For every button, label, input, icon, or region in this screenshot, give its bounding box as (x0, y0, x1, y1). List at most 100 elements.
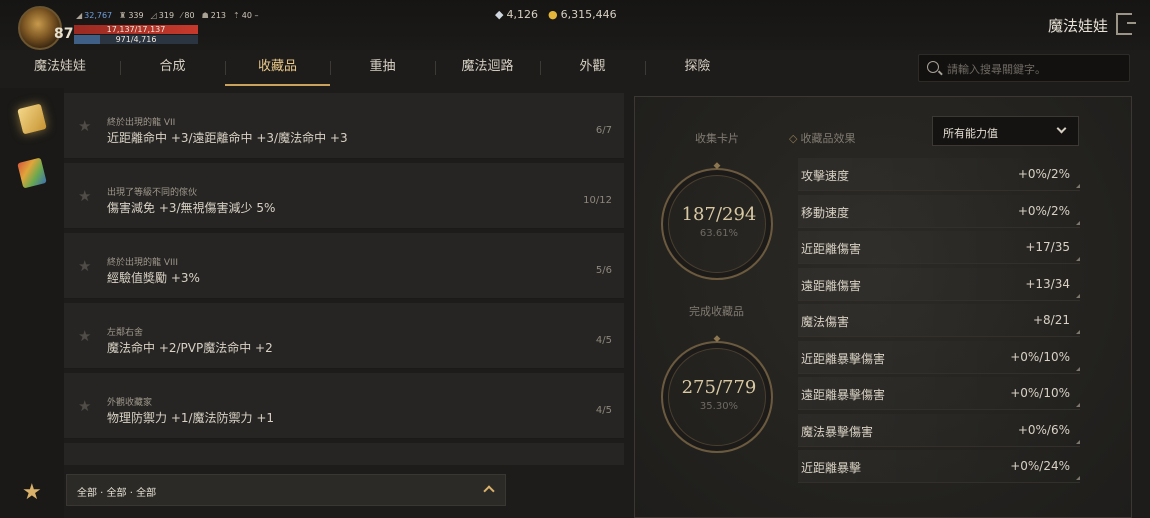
collection-progress: 5/6 (595, 265, 612, 276)
effect-row: 近距離傷害 +17/35 (798, 231, 1080, 264)
filter-text: 全部 · 全部 · 全部 (77, 488, 157, 499)
collection-effect: 經驗值獎勵 +3% (107, 271, 200, 285)
list-item[interactable]: ★ 外觀收藏家 物理防禦力 +1/魔法防禦力 +1 4/5 (64, 373, 624, 439)
stat-power: ◢ 32,767 (76, 11, 113, 20)
search-box[interactable] (918, 54, 1130, 82)
effect-row: 移動速度 +0%/2% (798, 195, 1080, 228)
category-rail: ★ (0, 88, 64, 518)
search-input[interactable] (947, 59, 1123, 79)
stat-filter-value: 所有能力值 (943, 127, 998, 140)
effect-value: +0%/10% (1010, 350, 1070, 364)
effect-value: +8/21 (1032, 313, 1070, 327)
stat-filter-dropdown[interactable]: 所有能力值 (932, 116, 1079, 146)
hp-text: 17,137/17,137 (106, 25, 166, 34)
stat-crew: ☗ 213 (201, 11, 227, 20)
cards-value: 187/294 (681, 204, 757, 225)
collection-progress: 4/5 (595, 335, 612, 346)
effect-value: +0%/24% (1010, 459, 1070, 473)
tab-magic-doll[interactable]: 魔法娃娃 (0, 52, 120, 84)
gold-count: ● 6,315,446 (547, 8, 617, 21)
effect-value: +17/35 (1025, 240, 1070, 254)
cards-percent: 63.61% (699, 228, 739, 239)
stat-defense: ◿ 319 (150, 11, 175, 20)
stat-magic: ⁄ 80 (181, 11, 195, 20)
star-icon[interactable]: ★ (78, 117, 91, 135)
effect-row: 魔法傷害 +8/21 (798, 304, 1080, 337)
star-icon[interactable]: ★ (78, 187, 91, 205)
star-icon[interactable]: ★ (78, 327, 91, 345)
effect-label: 魔法暴擊傷害 (801, 425, 874, 439)
collection-name: 終於出現的龍 VII (107, 118, 176, 128)
player-stats: ◢ 32,767 ♜ 339 ◿ 319 ⁄ 80 ☗ 213 ⇡ 40 – (76, 11, 258, 20)
star-icon[interactable]: ★ (78, 257, 91, 275)
complete-label: 完成收藏品 (689, 305, 744, 318)
cards-ring: 187/294 63.61% (661, 168, 773, 280)
effect-value: +0%/6% (1017, 423, 1070, 437)
effect-value: +0%/10% (1010, 386, 1070, 400)
tab-redraw[interactable]: 重抽 (330, 52, 435, 84)
complete-value: 275/779 (681, 377, 757, 398)
favorites-star-icon[interactable]: ★ (22, 480, 42, 505)
diamond-icon: ◆ (495, 8, 504, 21)
collection-list: ★ 終於出現的龍 VII 近距離命中 +3/遠距離命中 +3/魔法命中 +3 6… (64, 93, 624, 465)
collection-progress: 4/5 (595, 405, 612, 416)
effect-value: +0%/2% (1017, 167, 1070, 181)
gold-book-icon[interactable] (17, 103, 47, 135)
effect-label: 魔法傷害 (801, 315, 850, 329)
collection-effect: 魔法命中 +2/PVP魔法命中 +2 (107, 341, 273, 355)
effect-label: 遠距離暴擊傷害 (801, 388, 886, 402)
colorful-book-icon[interactable] (17, 157, 47, 189)
cards-label: 收集卡片 (695, 132, 739, 145)
collection-name: 外觀收藏家 (107, 398, 153, 408)
chevron-down-icon (1056, 123, 1067, 134)
complete-ring: 275/779 35.30% (661, 341, 773, 453)
tab-exploration[interactable]: 探險 (645, 52, 750, 84)
effect-row: 攻擊速度 +0%/2% (798, 158, 1080, 191)
tab-collection[interactable]: 收藏品 (225, 52, 330, 86)
collection-effect: 近距離命中 +3/遠距離命中 +3/魔法命中 +3 (107, 131, 348, 145)
collection-effect: 傷害減免 +3/無視傷害減少 5% (107, 201, 276, 215)
effect-row: 魔法暴擊傷害 +0%/6% (798, 414, 1080, 447)
collection-summary-panel: 收集卡片 187/294 63.61% 完成收藏品 275/779 35.30%… (634, 96, 1132, 518)
list-item[interactable]: ★ 左鄰右舍 魔法命中 +2/PVP魔法命中 +2 4/5 (64, 303, 624, 369)
diamond-bullet-icon: ◇ (789, 132, 798, 145)
stat-signal: ⇡ 40 – (233, 11, 259, 20)
tab-magic-circuit[interactable]: 魔法迴路 (435, 52, 540, 84)
list-item[interactable]: ★ 終於出現的龍 VIII 經驗值獎勵 +3% 5/6 (64, 233, 624, 299)
effect-row: 近距離暴擊 +0%/24% (798, 450, 1080, 483)
effect-label: 近距離暴擊傷害 (801, 352, 886, 366)
effect-value: +13/34 (1025, 277, 1070, 291)
chevron-up-icon (483, 485, 495, 497)
sword-icon: ◿ (150, 11, 157, 20)
collection-name: 終於出現的龍 VIII (107, 258, 178, 268)
wifi-icon: ⇡ (233, 11, 240, 20)
diamond-count: ◆ 4,126 (495, 8, 538, 21)
exit-icon[interactable] (1116, 13, 1136, 35)
window-title: 魔法娃娃 (1047, 17, 1108, 35)
currency-display: ◆ 4,126 ● 6,315,446 (495, 8, 617, 21)
collection-effect: 物理防禦力 +1/魔法防禦力 +1 (107, 411, 275, 425)
collection-progress: 6/7 (595, 125, 612, 136)
effect-label: 遠距離傷害 (801, 279, 862, 293)
tab-bar: 魔法娃娃 合成 收藏品 重抽 魔法迴路 外觀 探險 (0, 52, 760, 86)
top-bar: 87 ◢ 32,767 ♜ 339 ◿ 319 ⁄ 80 ☗ 213 ⇡ 40 – 17,1… (0, 0, 1150, 50)
effect-row: 遠距離暴擊傷害 +0%/10% (798, 377, 1080, 410)
list-item[interactable]: ★ 出現了等級不同的傢伙 傷害減免 +3/無視傷害減少 5% 10/12 (64, 163, 624, 229)
effect-label: 近距離傷害 (801, 242, 862, 256)
effect-label: 移動速度 (801, 206, 850, 220)
collection-name: 左鄰右舍 (107, 328, 144, 338)
list-item[interactable] (64, 443, 624, 465)
effects-header: ◇ 收藏品效果 (789, 132, 856, 145)
stat-attack: ♜ 339 (119, 11, 144, 20)
player-level: 87 (54, 26, 74, 42)
effect-label: 近距離暴擊 (801, 461, 862, 475)
tab-appearance[interactable]: 外觀 (540, 52, 645, 84)
effect-label: 攻擊速度 (801, 169, 850, 183)
filter-dropdown[interactable]: 全部 · 全部 · 全部 (66, 474, 506, 506)
collection-progress: 10/12 (583, 195, 612, 206)
tab-synthesis[interactable]: 合成 (120, 52, 225, 84)
people-icon: ☗ (201, 11, 209, 20)
star-icon[interactable]: ★ (78, 397, 91, 415)
effect-value: +0%/2% (1017, 204, 1070, 218)
list-item[interactable]: ★ 終於出現的龍 VII 近距離命中 +3/遠距離命中 +3/魔法命中 +3 6… (64, 93, 624, 159)
